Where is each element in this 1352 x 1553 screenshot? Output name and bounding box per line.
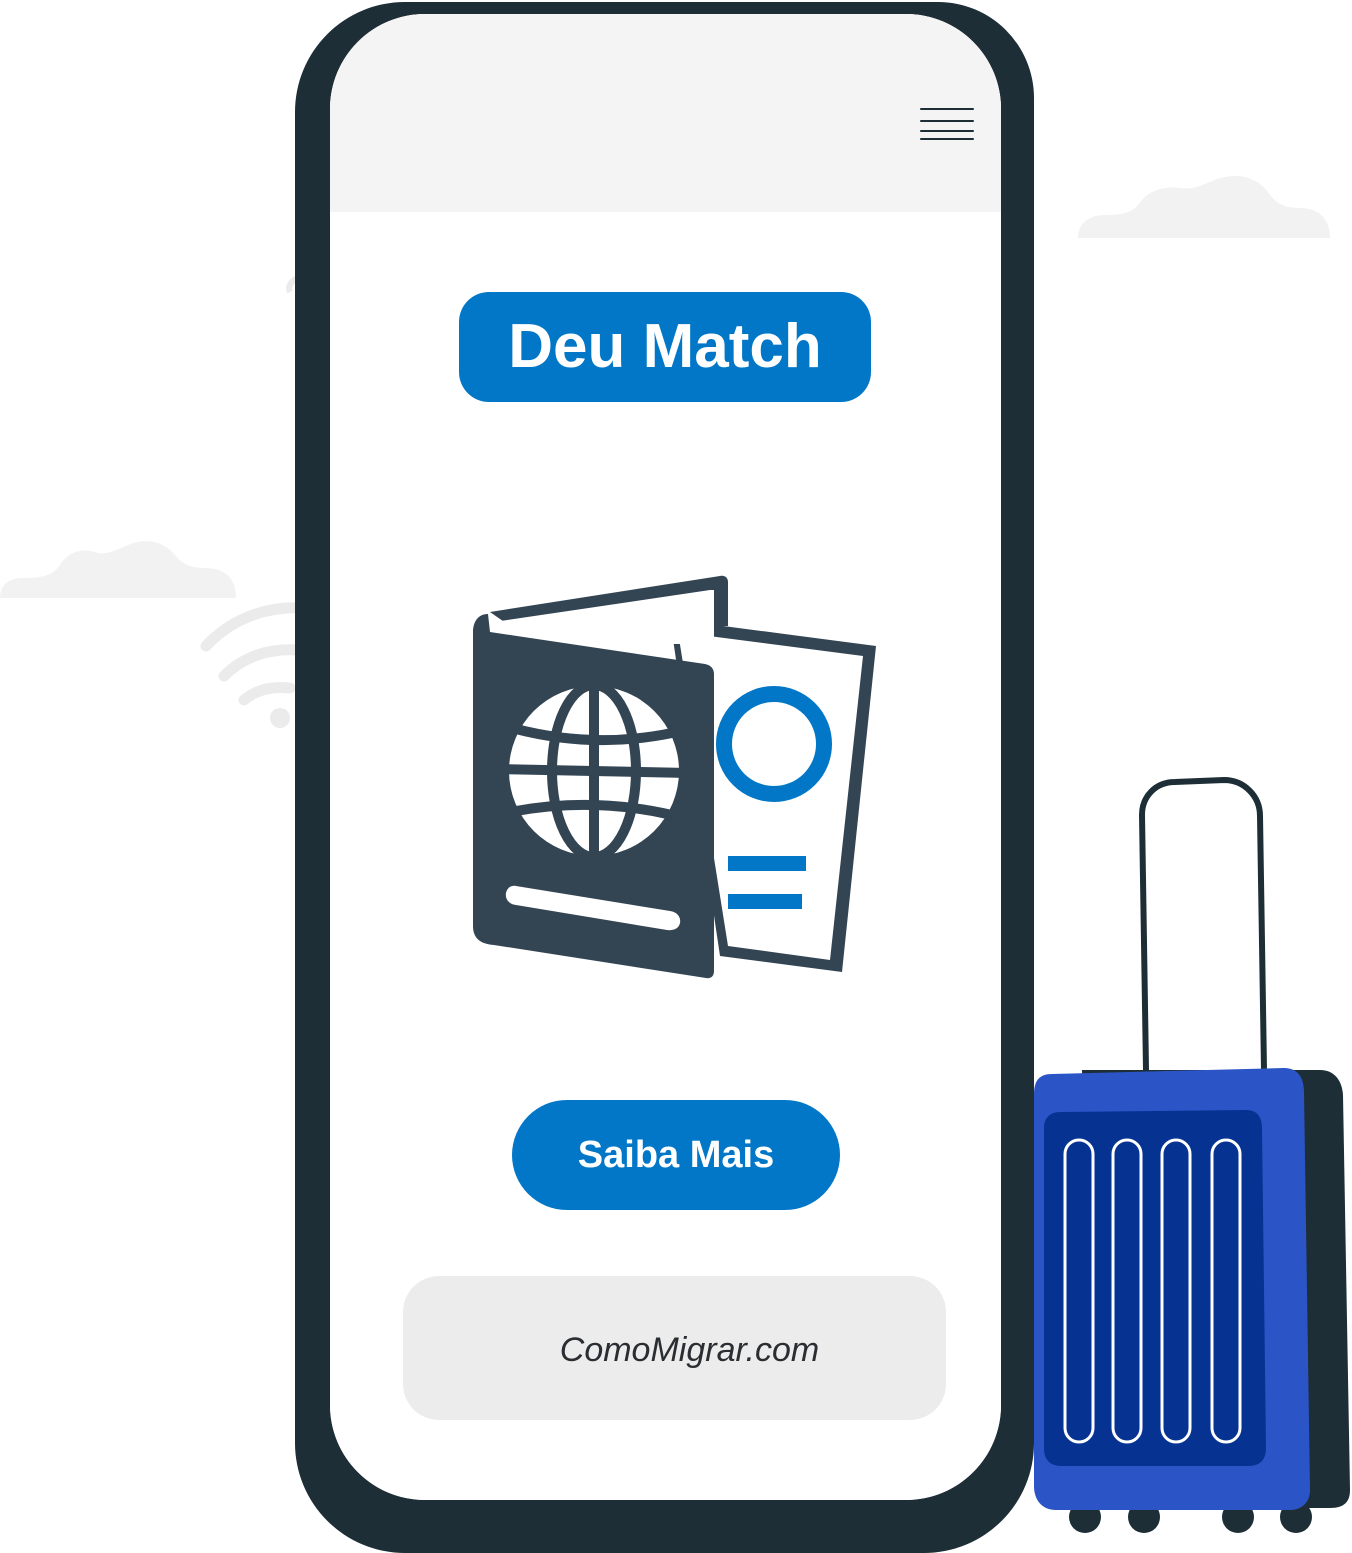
illustration-scene: Deu Match Saiba Mais ComoMigrar.com xyxy=(0,0,1352,1553)
suitcase-panel xyxy=(1044,1110,1266,1466)
suitcase-handle xyxy=(1138,776,1267,1071)
suitcase-icon xyxy=(1034,776,1350,1533)
